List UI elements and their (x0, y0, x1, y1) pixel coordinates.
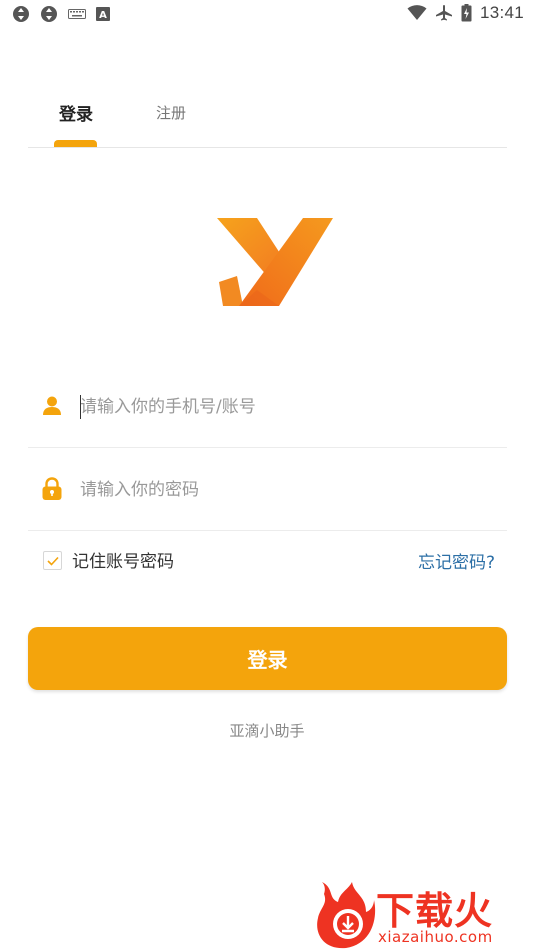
app-name: 亚滴小助手 (229, 722, 305, 740)
watermark: 下载火 xiazaihuo.com (314, 878, 534, 950)
sync-icon (40, 5, 58, 23)
password-row (28, 449, 507, 531)
user-icon (40, 394, 64, 418)
watermark-subtitle: xiazaihuo.com (378, 928, 493, 946)
wifi-icon (407, 5, 427, 21)
password-input[interactable] (80, 475, 480, 505)
remember-label[interactable]: 记住账号密码 (72, 547, 174, 572)
remember-checkbox[interactable] (43, 551, 62, 570)
keyboard-icon (68, 8, 86, 20)
sync-icon (12, 5, 30, 23)
check-icon (47, 556, 59, 566)
active-tab-indicator (54, 140, 97, 147)
status-right-icons: 13:41 (407, 3, 524, 23)
watermark-title: 下载火 (376, 889, 494, 933)
status-time: 13:41 (479, 3, 524, 22)
remember-row: 记住账号密码 忘记密码? (28, 532, 507, 588)
lock-icon (40, 477, 64, 501)
flame-logo-icon (317, 882, 376, 949)
app-logo (213, 212, 335, 308)
status-left-icons: A (12, 5, 110, 23)
login-button[interactable]: 登录 (28, 627, 507, 690)
a-letter-icon: A (96, 7, 110, 21)
battery-icon (461, 4, 472, 22)
tab-register[interactable]: 注册 (156, 102, 186, 123)
forgot-password-link[interactable]: 忘记密码? (418, 548, 495, 573)
svg-text:A: A (99, 10, 107, 21)
tab-login[interactable]: 登录 (59, 100, 93, 125)
status-bar: A 13:41 (0, 0, 534, 28)
account-row (28, 366, 507, 448)
airplane-icon (435, 4, 453, 22)
account-input[interactable] (80, 392, 480, 422)
login-register-tabs: 登录 注册 (28, 88, 507, 148)
text-caret (80, 395, 81, 419)
